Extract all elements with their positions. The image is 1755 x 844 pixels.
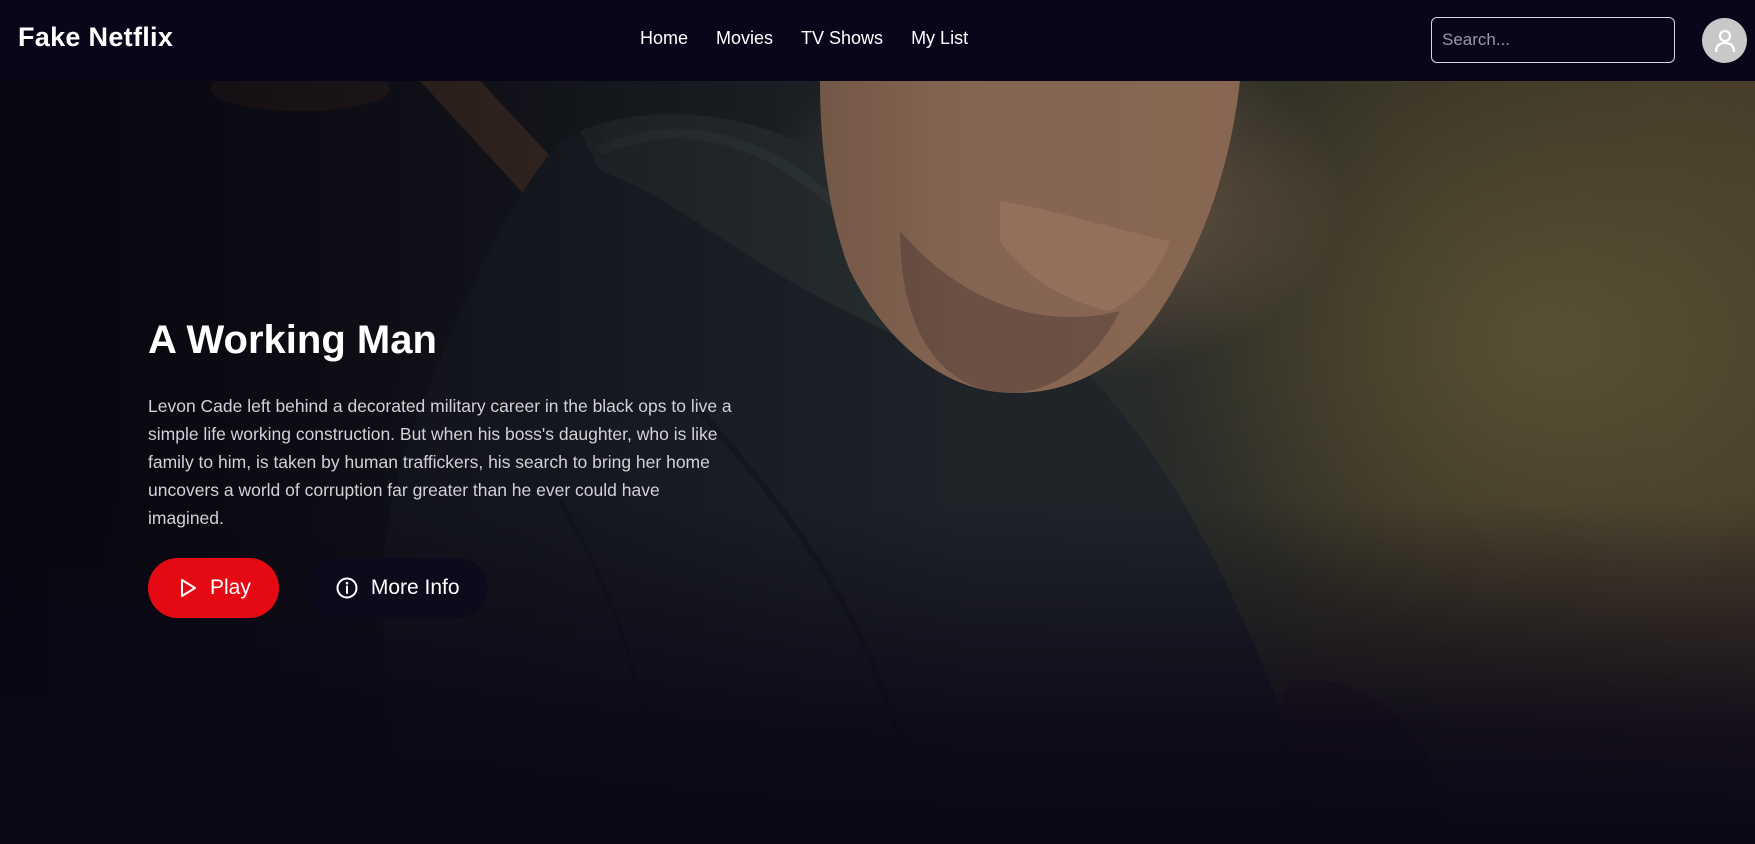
- more-info-button-label: More Info: [370, 576, 460, 599]
- user-icon: [1714, 29, 1735, 52]
- hero-buttons: Play More Info: [148, 558, 738, 618]
- nav-link-home[interactable]: Home: [640, 28, 688, 49]
- play-button-label: Play: [210, 576, 251, 599]
- profile-avatar[interactable]: [1702, 18, 1747, 63]
- top-navbar: Fake Netflix Home Movies TV Shows My Lis…: [0, 0, 1755, 81]
- app-logo[interactable]: Fake Netflix: [18, 22, 173, 53]
- more-info-button[interactable]: More Info: [306, 558, 488, 618]
- main-nav: Home Movies TV Shows My List: [640, 28, 968, 49]
- search-input[interactable]: [1431, 17, 1675, 63]
- hero-description: Levon Cade left behind a decorated milit…: [148, 396, 732, 528]
- info-icon: [335, 576, 359, 600]
- hero-content: A Working Man Levon Cade left behind a d…: [148, 318, 738, 618]
- hero-title: A Working Man: [148, 318, 437, 362]
- play-button[interactable]: Play: [148, 558, 279, 618]
- play-icon: [178, 577, 198, 599]
- nav-link-tv-shows[interactable]: TV Shows: [801, 28, 883, 49]
- nav-link-movies[interactable]: Movies: [716, 28, 773, 49]
- nav-link-my-list[interactable]: My List: [911, 28, 968, 49]
- page: Fake Netflix Home Movies TV Shows My Lis…: [0, 0, 1755, 844]
